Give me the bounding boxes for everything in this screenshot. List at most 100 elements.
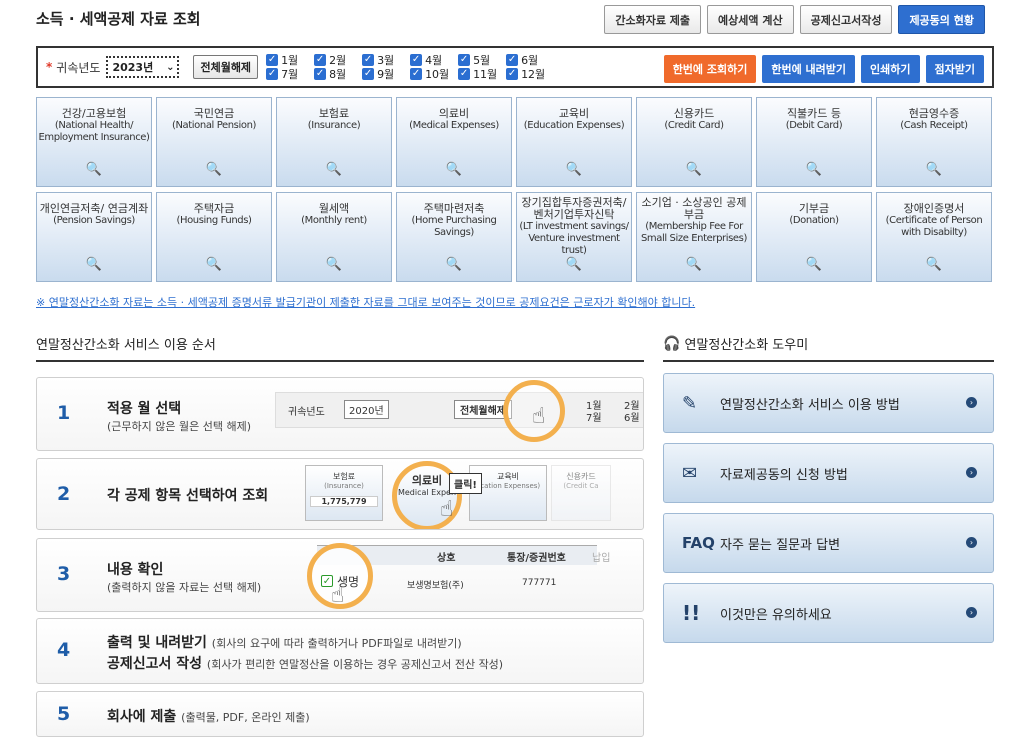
search-icon[interactable]: 🔍	[637, 163, 751, 176]
card-debit-card[interactable]: 직불카드 등 (Debit Card) 🔍	[756, 97, 872, 187]
search-icon[interactable]: 🔍	[157, 258, 271, 271]
divider	[663, 360, 994, 362]
step-title: 출력 및 내려받기	[107, 635, 207, 651]
search-icon[interactable]: 🔍	[397, 163, 511, 176]
search-icon[interactable]: 🔍	[517, 258, 631, 271]
helper-caution[interactable]: !! 이것만은 유의하세요 ›	[663, 583, 994, 643]
checkbox-checked-icon[interactable]: ✓	[266, 54, 279, 66]
helper-faq[interactable]: FAQ 자주 묻는 질문과 답변 ›	[663, 513, 994, 573]
filter-bar: * 귀속년도 2023년 ⌄ 전체월해제 ✓ 1월 ✓ 2월 ✓ 3월 ✓ 4월 ✓ 5월 …	[36, 46, 994, 88]
month-4[interactable]: ✓ 4월	[410, 53, 458, 67]
search-icon[interactable]: 🔍	[37, 258, 151, 271]
deselect-all-months-button[interactable]: 전체월해제	[193, 55, 259, 79]
consent-status-button[interactable]: 제공동의 현황	[898, 5, 985, 34]
deduction-form-button[interactable]: 공제신고서작성	[799, 5, 893, 34]
search-icon[interactable]: 🔍	[877, 258, 991, 271]
search-icon[interactable]: 🔍	[277, 258, 391, 271]
card-credit-card[interactable]: 신용카드 (Credit Card) 🔍	[636, 97, 752, 187]
chevron-right-icon: ›	[966, 607, 977, 618]
chevron-down-icon: ⌄	[166, 61, 175, 73]
step-1-illustration: 귀속년도 2020년 전체월해제 1월 7월 2월 6월	[275, 392, 643, 428]
card-medical[interactable]: 의료비 (Medical Expenses) 🔍	[396, 97, 512, 187]
step-2: 2 각 공제 항목 선택하여 조회 보험료 (Insurance) 1,775,…	[36, 458, 644, 530]
card-disability-certificate[interactable]: 장애인증명서 (Certificate of Person with Disabi…	[876, 192, 992, 282]
checkbox-checked-icon[interactable]: ✓	[506, 54, 519, 66]
month-checkboxes: ✓ 1월 ✓ 2월 ✓ 3월 ✓ 4월 ✓ 5월 ✓ 6월 ✓ 7월 ✓ 8월 ✓ 9월 ✓ 10월…	[266, 53, 554, 81]
required-mark: *	[46, 60, 53, 74]
month-11[interactable]: ✓ 11월	[458, 67, 506, 81]
checkbox-checked-icon[interactable]: ✓	[506, 68, 519, 80]
deduction-category-grid: 건강/고용보험 (National Health/ Employment Insu…	[36, 97, 996, 282]
helper-consent-guide[interactable]: ✉ 자료제공동의 신청 방법 ›	[663, 443, 994, 503]
checkbox-checked-icon[interactable]: ✓	[410, 54, 423, 66]
step-number: 2	[57, 483, 71, 505]
search-icon[interactable]: 🔍	[397, 258, 511, 271]
month-3[interactable]: ✓ 3월	[362, 53, 410, 67]
step-subtitle-2: (회사가 편리한 연말정산을 이용하는 경우 공제신고서 전산 작성)	[206, 658, 504, 671]
search-icon[interactable]: 🔍	[757, 163, 871, 176]
checkbox-checked-icon[interactable]: ✓	[410, 68, 423, 80]
pointer-hand-icon: ☝	[440, 497, 454, 522]
pointer-hand-icon: ☝	[331, 583, 345, 608]
submit-simplified-button[interactable]: 간소화자료 제출	[604, 5, 702, 34]
month-7[interactable]: ✓ 7월	[266, 67, 314, 81]
pointer-hand-icon: ☝	[532, 404, 546, 429]
search-icon[interactable]: 🔍	[157, 163, 271, 176]
checkbox-checked-icon[interactable]: ✓	[458, 68, 471, 80]
search-icon[interactable]: 🔍	[517, 163, 631, 176]
search-icon[interactable]: 🔍	[277, 163, 391, 176]
chevron-right-icon: ›	[966, 397, 977, 408]
exclamation-icon: !!	[682, 601, 701, 625]
month-5[interactable]: ✓ 5월	[458, 53, 506, 67]
card-health-insurance[interactable]: 건강/고용보험 (National Health/ Employment Insu…	[36, 97, 152, 187]
search-icon[interactable]: 🔍	[37, 163, 151, 176]
step-number: 5	[57, 703, 71, 725]
month-12[interactable]: ✓ 12월	[506, 67, 554, 81]
month-6[interactable]: ✓ 6월	[506, 53, 554, 67]
card-insurance[interactable]: 보험료 (Insurance) 🔍	[276, 97, 392, 187]
search-icon[interactable]: 🔍	[877, 163, 991, 176]
checkbox-checked-icon[interactable]: ✓	[362, 68, 375, 80]
card-monthly-rent[interactable]: 월세액 (Monthly rent) 🔍	[276, 192, 392, 282]
checkbox-checked-icon[interactable]: ✓	[362, 54, 375, 66]
estimate-tax-button[interactable]: 예상세액 계산	[707, 5, 794, 34]
card-cash-receipt[interactable]: 현금영수증 (Cash Receipt) 🔍	[876, 97, 992, 187]
chevron-right-icon: ›	[966, 467, 977, 478]
step-title: 적용 월 선택	[107, 401, 182, 417]
month-8[interactable]: ✓ 8월	[314, 67, 362, 81]
step-subtitle: (근무하지 않은 월은 선택 해제)	[107, 420, 252, 433]
chevron-right-icon: ›	[966, 537, 977, 548]
card-donation[interactable]: 기부금 (Donation) 🔍	[756, 192, 872, 282]
year-select[interactable]: 2023년 ⌄	[106, 56, 180, 78]
faq-icon: FAQ	[682, 534, 715, 552]
card-housing-funds[interactable]: 주택자금 (Housing Funds) 🔍	[156, 192, 272, 282]
month-1[interactable]: ✓ 1월	[266, 53, 314, 67]
checkbox-checked-icon[interactable]: ✓	[458, 54, 471, 66]
month-2[interactable]: ✓ 2월	[314, 53, 362, 67]
month-10[interactable]: ✓ 10월	[410, 67, 458, 81]
search-icon[interactable]: 🔍	[637, 258, 751, 271]
step-subtitle: (회사의 요구에 따라 출력하거나 PDF파일로 내려받기)	[211, 637, 462, 650]
print-button[interactable]: 인쇄하기	[861, 55, 920, 83]
search-all-button[interactable]: 한번에 조회하기	[663, 55, 757, 83]
card-lt-investment[interactable]: 장기집합투자증권저축/ 벤처기업투자신탁 (LT investment savin…	[516, 192, 632, 282]
helper-section-title: 🎧 연말정산간소화 도우미	[663, 335, 809, 354]
card-national-pension[interactable]: 국민연금 (National Pension) 🔍	[156, 97, 272, 187]
month-9[interactable]: ✓ 9월	[362, 67, 410, 81]
action-buttons: 한번에 조회하기 한번에 내려받기 인쇄하기 점자받기	[663, 55, 984, 83]
step-subtitle: (출력물, PDF, 온라인 제출)	[181, 711, 310, 724]
notice-link[interactable]: ※ 연말정산간소화 자료는 소득 · 세액공제 증명서류 발급기관이 제출한 자…	[36, 294, 695, 310]
step-3: 3 내용 확인 (출력하지 않을 자료는 선택 해제) 상호 통장/증권번호 납입…	[36, 538, 644, 612]
card-home-purchasing-savings[interactable]: 주택마련저축 (Home Purchasing Savings) 🔍	[396, 192, 512, 282]
braille-button[interactable]: 점자받기	[925, 55, 984, 83]
checkbox-checked-icon[interactable]: ✓	[314, 68, 327, 80]
checkbox-checked-icon[interactable]: ✓	[266, 68, 279, 80]
download-all-button[interactable]: 한번에 내려받기	[762, 55, 856, 83]
step-4: 4 출력 및 내려받기 (회사의 요구에 따라 출력하거나 PDF파일로 내려받…	[36, 618, 644, 684]
card-pension-savings[interactable]: 개인연금저축/ 연금계좌 (Pension Savings) 🔍	[36, 192, 152, 282]
helper-usage-guide[interactable]: ✎ 연말정산간소화 서비스 이용 방법 ›	[663, 373, 994, 433]
card-education[interactable]: 교육비 (Education Expenses) 🔍	[516, 97, 632, 187]
card-small-business[interactable]: 소기업 · 소상공인 공제부금 (Membership Fee For Small…	[636, 192, 752, 282]
search-icon[interactable]: 🔍	[757, 258, 871, 271]
checkbox-checked-icon[interactable]: ✓	[314, 54, 327, 66]
